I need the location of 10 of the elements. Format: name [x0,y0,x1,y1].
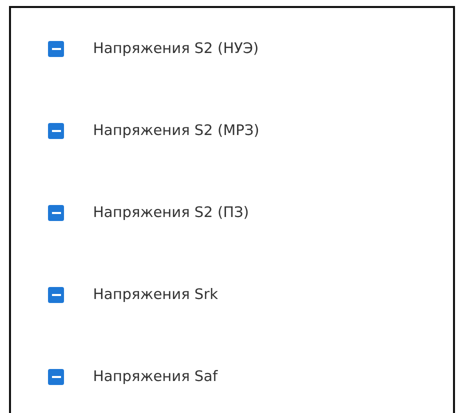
checkbox-label: Напряжения S2 (ПЗ) [93,205,249,221]
checkbox[interactable] [48,41,64,57]
checkbox-label: Напряжения S2 (МРЗ) [93,123,260,139]
checkbox-label: Напряжения S2 (НУЭ) [93,41,259,57]
checkbox[interactable] [48,287,64,303]
checkbox[interactable] [48,205,64,221]
checkbox[interactable] [48,369,64,385]
checkbox-label: Напряжения Srk [93,287,218,303]
checkbox-label: Напряжения Saf [93,369,218,385]
checkbox[interactable] [48,123,64,139]
